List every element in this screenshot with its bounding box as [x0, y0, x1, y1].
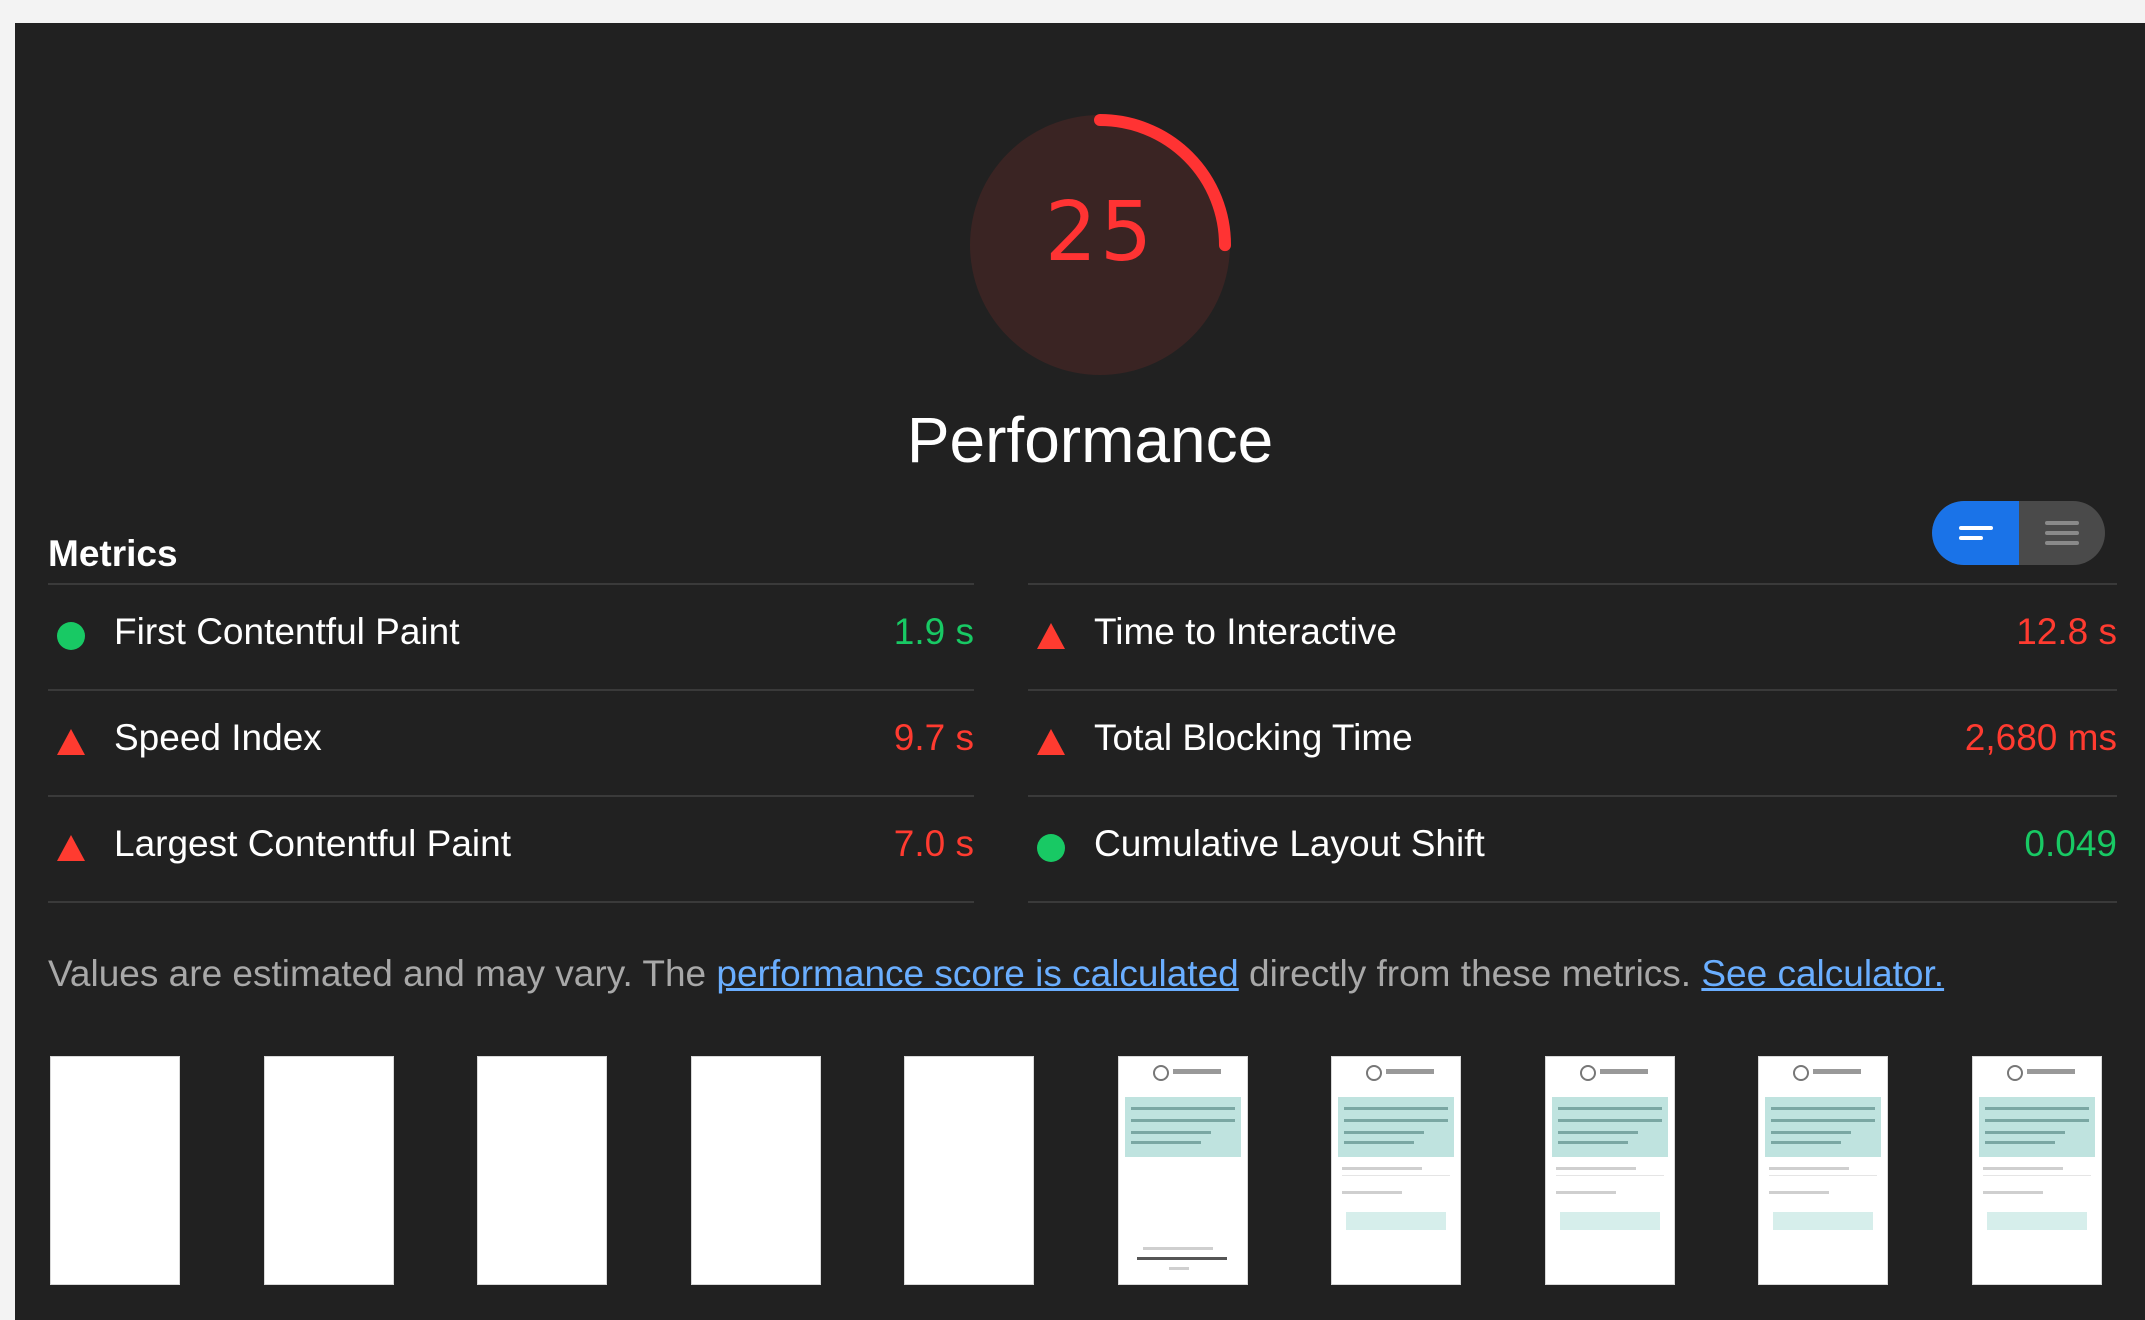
- filmstrip-frame: [1972, 1056, 2102, 1285]
- metric-row: Time to Interactive 12.8 s: [1028, 583, 2117, 689]
- metric-row: First Contentful Paint 1.9 s: [48, 583, 974, 689]
- score-calculation-link[interactable]: performance score is calculated: [716, 953, 1238, 994]
- metric-value: 1.9 s: [893, 611, 974, 652]
- metric-value: 12.8 s: [2016, 611, 2117, 652]
- metric-value: 9.7 s: [893, 717, 974, 758]
- red-triangle-icon: [1036, 727, 1066, 757]
- filmstrip-frame: [1331, 1056, 1461, 1285]
- divider: [48, 901, 974, 903]
- metric-value: 2,680 ms: [1964, 717, 2117, 758]
- filmstrip-frame: [477, 1056, 607, 1285]
- filmstrip: [50, 1056, 2130, 1286]
- metrics-heading: Metrics: [48, 533, 178, 574]
- filmstrip-frame: [1118, 1056, 1248, 1285]
- compact-view-icon: [1959, 526, 1993, 530]
- note-text-middle: directly from these metrics.: [1238, 953, 1702, 994]
- note-text-prefix: Values are estimated and may vary. The: [48, 953, 717, 994]
- metric-value: 0.049: [2024, 823, 2117, 864]
- filmstrip-frame: [691, 1056, 821, 1285]
- metric-label: Speed Index: [114, 717, 322, 758]
- red-triangle-icon: [56, 833, 86, 863]
- metrics-view-toggle[interactable]: [1932, 501, 2105, 565]
- lighthouse-report-panel: 25 Performance Metrics First Contentful …: [15, 23, 2145, 1320]
- see-calculator-link[interactable]: See calculator.: [1701, 953, 1944, 994]
- filmstrip-frame: [904, 1056, 1034, 1285]
- metric-label: First Contentful Paint: [114, 611, 460, 652]
- metric-row: Largest Contentful Paint 7.0 s: [48, 795, 974, 901]
- metric-row: Total Blocking Time 2,680 ms: [1028, 689, 2117, 795]
- red-triangle-icon: [1036, 621, 1066, 651]
- filmstrip-frame: [50, 1056, 180, 1285]
- filmstrip-frame: [1545, 1056, 1675, 1285]
- green-circle-icon: [56, 621, 86, 651]
- metric-label: Total Blocking Time: [1094, 717, 1413, 758]
- category-title: Performance: [906, 404, 1274, 476]
- metric-row: Cumulative Layout Shift 0.049: [1028, 795, 2117, 901]
- expanded-view-icon: [2045, 521, 2079, 525]
- green-circle-icon: [1036, 833, 1066, 863]
- metric-label: Time to Interactive: [1094, 611, 1397, 652]
- metric-label: Cumulative Layout Shift: [1094, 823, 1485, 864]
- metric-label: Largest Contentful Paint: [114, 823, 511, 864]
- metrics-note: Values are estimated and may vary. The p…: [48, 953, 1944, 995]
- metric-row: Speed Index 9.7 s: [48, 689, 974, 795]
- metric-value: 7.0 s: [893, 823, 974, 864]
- red-triangle-icon: [56, 727, 86, 757]
- compact-view-button[interactable]: [1932, 501, 2019, 565]
- divider: [1028, 901, 2117, 903]
- performance-score: 25: [1044, 185, 1156, 280]
- expanded-view-button[interactable]: [2019, 501, 2105, 565]
- filmstrip-frame: [264, 1056, 394, 1285]
- filmstrip-frame: [1758, 1056, 1888, 1285]
